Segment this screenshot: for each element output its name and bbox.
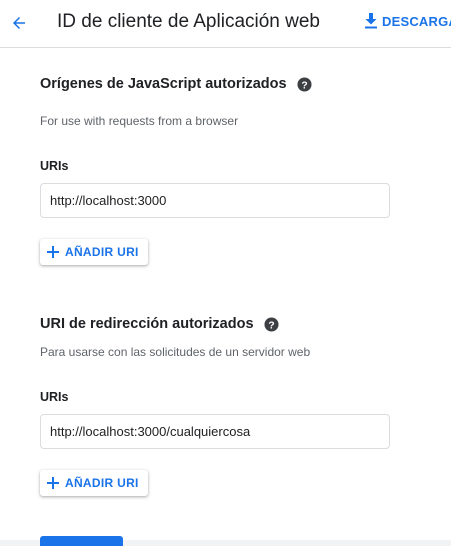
help-icon[interactable]: ? [264,316,279,332]
redirect-uris-label: URIs [40,390,69,404]
plus-icon [47,477,59,489]
redirect-uris-title: URI de redirección autorizados ? [40,316,279,332]
add-js-origin-button[interactable]: AÑADIR URI [40,239,148,265]
client-config-panel: Orígenes de JavaScript autorizados ? For… [0,48,451,546]
add-js-origin-label: AÑADIR URI [65,245,139,259]
download-icon [365,13,377,29]
back-button[interactable] [6,8,36,38]
js-origin-uri-input[interactable] [40,183,390,218]
help-icon[interactable]: ? [297,76,312,92]
js-origins-uris-label: URIs [40,159,69,173]
add-redirect-uri-button[interactable]: AÑADIR URI [40,470,148,496]
redirect-uri-input[interactable] [40,414,390,449]
redirect-uris-title-text: URI de redirección autorizados [40,316,254,332]
redirect-uris-description: Para usarse con las solicitudes de un se… [40,345,311,359]
js-origins-title: Orígenes de JavaScript autorizados ? [40,76,312,92]
download-button[interactable]: DESCARGAR [364,13,451,29]
top-app-bar: ID de cliente de Aplicación web DESCARGA… [0,0,451,48]
plus-icon [47,246,59,258]
save-button[interactable] [40,536,123,546]
svg-text:?: ? [268,320,274,331]
add-redirect-uri-label: AÑADIR URI [65,476,139,490]
page-title: ID de cliente de Aplicación web [57,11,320,32]
js-origins-title-text: Orígenes de JavaScript autorizados [40,76,287,92]
arrow-back-icon [13,17,25,29]
svg-text:?: ? [301,80,307,91]
js-origins-description: For use with requests from a browser [40,114,239,128]
download-label: DESCARGAR [382,13,451,29]
